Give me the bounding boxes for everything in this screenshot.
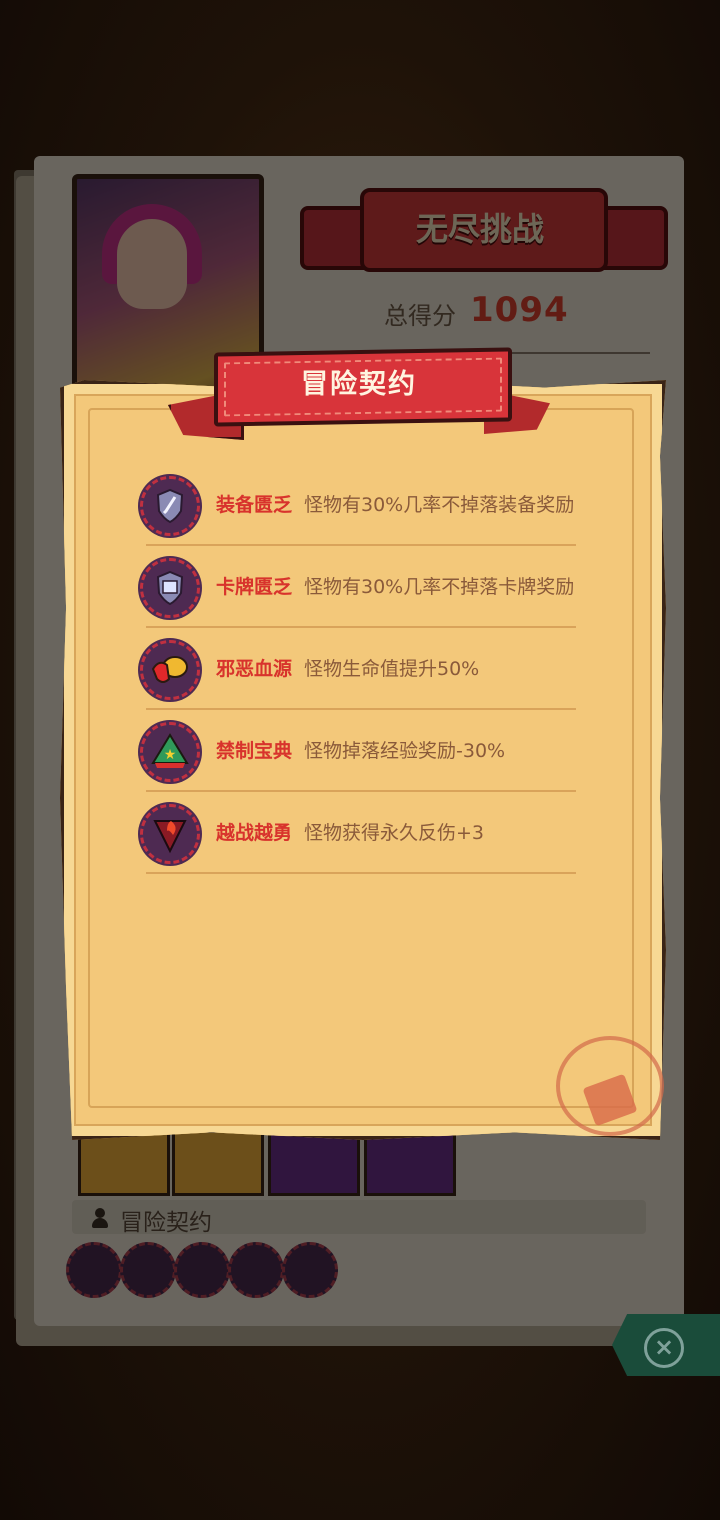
contract-row: ★ 禁制宝典 怪物掉落经验奖励-30% [140,712,576,792]
contract-row: 越战越勇 怪物获得永久反伤+3 [140,794,576,874]
row-divider [146,790,576,792]
contract-desc: 怪物掉落经验奖励-30% [304,740,506,762]
svg-text:★: ★ [164,747,177,763]
contract-name: 卡牌匮乏 [216,576,293,598]
contract-row: 装备匮乏 怪物有30%几率不掉落装备奖励 [140,466,576,546]
star-tome-icon[interactable] [228,1242,284,1298]
person-icon [92,1208,108,1228]
contract-row: 邪恶血源 怪物生命值提升50% [140,630,576,710]
flame-shield-icon[interactable] [282,1242,338,1298]
contract-row: 卡牌匮乏 怪物有30%几率不掉落卡牌奖励 [140,548,576,628]
mode-banner: 无尽挑战 [300,188,668,280]
equipment-slot[interactable] [364,1130,456,1196]
score-value: 1094 [470,290,569,330]
dialog-title: 冒险契约 [301,369,417,400]
contract-name: 禁制宝典 [216,740,293,762]
equipment-slot[interactable] [268,1130,360,1196]
row-divider [146,544,576,546]
contract-name: 装备匮乏 [216,494,293,516]
row-divider [146,708,576,710]
contracts-section-label: 冒险契约 [120,1210,212,1236]
close-icon[interactable]: × [644,1328,684,1368]
contract-desc: 怪物有30%几率不掉落装备奖励 [304,494,575,516]
blood-gold-icon[interactable] [174,1242,230,1298]
shield-card-icon[interactable] [120,1242,176,1298]
star-tome-icon: ★ [140,722,200,782]
blood-gold-icon [140,640,200,700]
shield-sword-icon [140,476,200,536]
contract-name: 越战越勇 [216,822,293,844]
contract-desc: 怪物有30%几率不掉落卡牌奖励 [304,576,575,598]
equipment-slot[interactable] [172,1130,264,1196]
contract-desc: 怪物生命值提升50% [304,658,480,680]
hero-face [117,219,187,309]
shield-sword-icon[interactable] [66,1242,122,1298]
mode-title: 无尽挑战 [415,210,544,248]
equipment-slot[interactable] [78,1130,170,1196]
score-label: 总得分 [384,302,456,330]
row-divider [146,872,576,874]
row-divider [146,626,576,628]
contract-name: 邪恶血源 [216,658,293,680]
contract-desc: 怪物获得永久反伤+3 [304,822,485,844]
shield-card-icon [140,558,200,618]
flame-shield-icon [140,804,200,864]
